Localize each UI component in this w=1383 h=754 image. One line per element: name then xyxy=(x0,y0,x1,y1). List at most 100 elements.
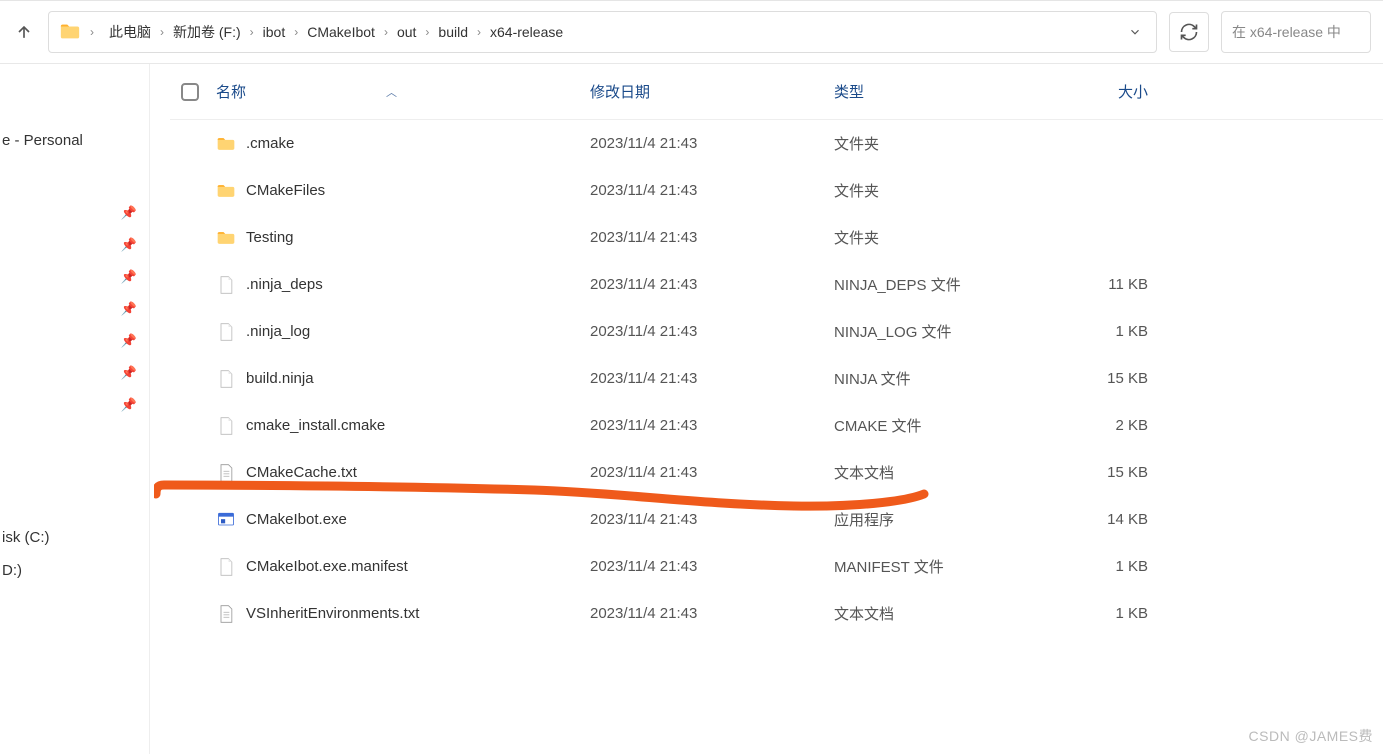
pin-icon: 📌 xyxy=(121,301,137,317)
sidebar-item-pin[interactable]: 📌 xyxy=(0,325,149,357)
file-name: CMakeCache.txt xyxy=(246,464,357,481)
table-row[interactable]: CMakeFiles 2023/11/4 21:43文件夹 xyxy=(170,167,1383,214)
file-date: 2023/11/4 21:43 xyxy=(590,229,834,246)
folder-icon xyxy=(216,181,236,201)
exe-icon xyxy=(216,510,236,530)
file-icon xyxy=(216,369,236,389)
table-row[interactable]: CMakeIbot.exe.manifest2023/11/4 21:43MAN… xyxy=(170,543,1383,590)
chevron-right-icon: › xyxy=(159,25,165,39)
breadcrumb-item[interactable]: CMakeIbot xyxy=(301,21,381,43)
up-button[interactable] xyxy=(12,20,36,44)
table-row[interactable]: .ninja_deps2023/11/4 21:43NINJA_DEPS 文件1… xyxy=(170,261,1383,308)
file-date: 2023/11/4 21:43 xyxy=(590,135,834,152)
file-type: 文本文档 xyxy=(834,462,1034,483)
column-date[interactable]: 修改日期 xyxy=(590,81,834,102)
sidebar: e - Personal 📌 📌 📌 📌 📌 📌 📌 isk (C:) D:) xyxy=(0,64,150,754)
file-name: .cmake xyxy=(246,135,294,152)
file-size: 1 KB xyxy=(1034,323,1164,340)
txt-icon xyxy=(216,463,236,483)
file-type: NINJA_DEPS 文件 xyxy=(834,274,1034,295)
file-date: 2023/11/4 21:43 xyxy=(590,182,834,199)
select-all-checkbox[interactable] xyxy=(181,83,199,101)
sidebar-item-pin[interactable]: 📌 xyxy=(0,261,149,293)
file-date: 2023/11/4 21:43 xyxy=(590,558,834,575)
pin-icon: 📌 xyxy=(121,333,137,349)
file-icon xyxy=(216,322,236,342)
folder-icon xyxy=(59,21,81,43)
chevron-right-icon: › xyxy=(383,25,389,39)
table-row[interactable]: Testing 2023/11/4 21:43文件夹 xyxy=(170,214,1383,261)
column-type[interactable]: 类型 xyxy=(834,81,1034,102)
breadcrumb-item[interactable]: build xyxy=(432,21,474,43)
table-row[interactable]: .cmake2023/11/4 21:43文件夹 xyxy=(170,120,1383,167)
table-row[interactable]: VSInheritEnvironments.txt 2023/11/4 21:43… xyxy=(170,590,1383,637)
file-date: 2023/11/4 21:43 xyxy=(590,370,834,387)
file-icon xyxy=(216,275,236,295)
file-icon xyxy=(216,557,236,577)
txt-icon xyxy=(216,604,236,624)
toolbar: › 此电脑›新加卷 (F:)›ibot›CMakeIbot›out›build›… xyxy=(0,0,1383,64)
sidebar-item-disk-d[interactable]: D:) xyxy=(0,554,149,587)
file-name: .ninja_log xyxy=(246,323,310,340)
column-name[interactable]: 名称 ︿ xyxy=(210,81,590,102)
sidebar-item-pin[interactable]: 📌 xyxy=(0,229,149,261)
chevron-right-icon: › xyxy=(293,25,299,39)
file-date: 2023/11/4 21:43 xyxy=(590,417,834,434)
pin-icon: 📌 xyxy=(121,365,137,381)
file-type: NINJA_LOG 文件 xyxy=(834,321,1034,342)
sidebar-item-disk-c[interactable]: isk (C:) xyxy=(0,521,149,554)
column-headers: 名称 ︿ 修改日期 类型 大小 xyxy=(170,64,1383,120)
sidebar-item-pin[interactable]: 📌 xyxy=(0,197,149,229)
file-type: 文件夹 xyxy=(834,227,1034,248)
pin-icon: 📌 xyxy=(121,269,137,285)
file-name: .ninja_deps xyxy=(246,276,323,293)
history-dropdown[interactable] xyxy=(1124,21,1146,43)
breadcrumb: 此电脑›新加卷 (F:)›ibot›CMakeIbot›out›build›x6… xyxy=(103,19,569,45)
search-box[interactable]: 在 x64-release 中 xyxy=(1221,11,1371,53)
sidebar-item-pin[interactable]: 📌 xyxy=(0,357,149,389)
breadcrumb-item[interactable]: ibot xyxy=(257,21,292,43)
file-name: VSInheritEnvironments.txt xyxy=(246,605,419,622)
table-row[interactable]: .ninja_log 2023/11/4 21:43NINJA_LOG 文件1 K… xyxy=(170,308,1383,355)
chevron-right-icon: › xyxy=(89,25,95,39)
file-name: CMakeFiles xyxy=(246,182,325,199)
file-icon xyxy=(216,416,236,436)
pin-icon: 📌 xyxy=(121,205,137,221)
table-row[interactable]: CMakeCache.txt 2023/11/4 21:43文本文档15 KB xyxy=(170,449,1383,496)
sidebar-item-pin[interactable]: 📌 xyxy=(0,293,149,325)
file-name: Testing xyxy=(246,229,294,246)
search-placeholder: 在 x64-release 中 xyxy=(1232,22,1341,42)
table-row[interactable]: cmake_install.cmake 2023/11/4 21:43CMAKE … xyxy=(170,402,1383,449)
file-date: 2023/11/4 21:43 xyxy=(590,464,834,481)
file-date: 2023/11/4 21:43 xyxy=(590,605,834,622)
breadcrumb-item[interactable]: 新加卷 (F:) xyxy=(167,19,247,45)
file-date: 2023/11/4 21:43 xyxy=(590,323,834,340)
table-row[interactable]: build.ninja2023/11/4 21:43NINJA 文件15 KB xyxy=(170,355,1383,402)
chevron-right-icon: › xyxy=(424,25,430,39)
sort-asc-icon: ︿ xyxy=(386,84,397,100)
file-type: MANIFEST 文件 xyxy=(834,556,1034,577)
column-size[interactable]: 大小 xyxy=(1034,81,1164,102)
address-bar[interactable]: › 此电脑›新加卷 (F:)›ibot›CMakeIbot›out›build›… xyxy=(48,11,1157,53)
breadcrumb-item[interactable]: out xyxy=(391,21,422,43)
sidebar-item-pin[interactable]: 📌 xyxy=(0,389,149,421)
refresh-button[interactable] xyxy=(1169,12,1209,52)
file-size: 14 KB xyxy=(1034,511,1164,528)
file-type: 文件夹 xyxy=(834,180,1034,201)
watermark: CSDN @JAMES费 xyxy=(1249,726,1373,746)
table-row[interactable]: CMakeIbot.exe2023/11/4 21:43应用程序14 KB xyxy=(170,496,1383,543)
file-type: NINJA 文件 xyxy=(834,368,1034,389)
file-date: 2023/11/4 21:43 xyxy=(590,511,834,528)
file-date: 2023/11/4 21:43 xyxy=(590,276,834,293)
chevron-right-icon: › xyxy=(476,25,482,39)
file-size: 1 KB xyxy=(1034,558,1164,575)
file-type: CMAKE 文件 xyxy=(834,415,1034,436)
file-name: cmake_install.cmake xyxy=(246,417,385,434)
file-size: 15 KB xyxy=(1034,464,1164,481)
file-size: 2 KB xyxy=(1034,417,1164,434)
file-type: 应用程序 xyxy=(834,509,1034,530)
file-name: build.ninja xyxy=(246,370,314,387)
breadcrumb-item[interactable]: 此电脑 xyxy=(103,19,157,45)
sidebar-item-personal[interactable]: e - Personal xyxy=(0,124,149,157)
breadcrumb-item[interactable]: x64-release xyxy=(484,21,569,43)
